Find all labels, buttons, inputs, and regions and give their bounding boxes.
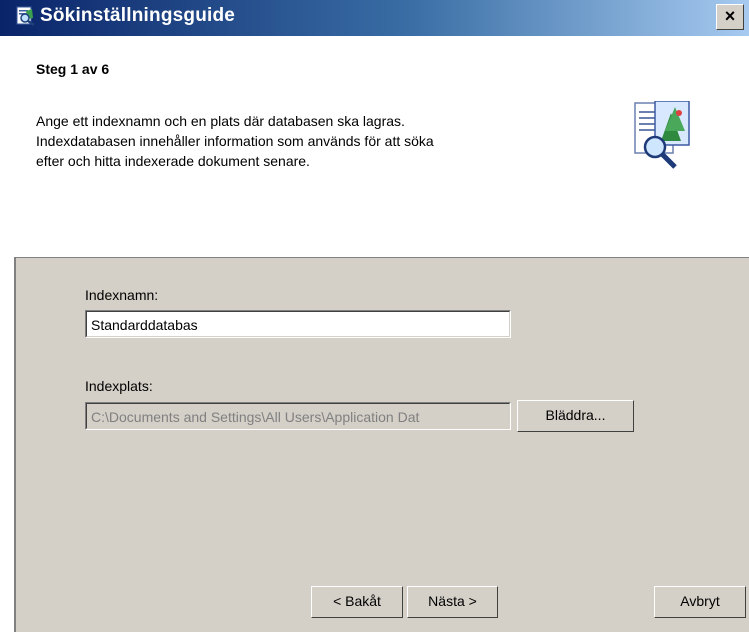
- close-icon: ×: [724, 6, 736, 26]
- browse-button[interactable]: Bläddra...: [517, 400, 634, 432]
- window-title: Sökinställningsguide: [40, 5, 236, 26]
- cancel-button[interactable]: Avbryt: [654, 586, 746, 618]
- description-line: Ange ett indexnamn och en plats där data…: [36, 113, 405, 129]
- wizard-window: Sökinställningsguide × Steg 1 av 6 Ange …: [0, 0, 749, 632]
- wizard-header: Steg 1 av 6 Ange ett indexnamn och en pl…: [16, 36, 749, 257]
- header-divider: [16, 257, 749, 258]
- back-label: < Bakåt: [333, 593, 381, 609]
- close-button[interactable]: ×: [716, 4, 744, 30]
- next-label: Nästa >: [428, 593, 477, 609]
- next-button[interactable]: Nästa >: [407, 586, 498, 618]
- index-location-value: C:\Documents and Settings\All Users\Appl…: [86, 403, 510, 429]
- index-name-label: Indexnamn:: [85, 287, 159, 303]
- description-line: Indexdatabasen innehåller information so…: [36, 133, 434, 149]
- index-location-field: C:\Documents and Settings\All Users\Appl…: [85, 402, 511, 430]
- document-magnifier-icon: [634, 101, 690, 169]
- cancel-label: Avbryt: [680, 593, 720, 609]
- title-bar[interactable]: Sökinställningsguide ×: [0, 0, 749, 36]
- browse-label: Bläddra...: [545, 407, 606, 423]
- index-name-field[interactable]: Standarddatabas: [85, 310, 511, 338]
- left-edge-shadow: [14, 257, 16, 632]
- back-button[interactable]: < Bakåt: [311, 586, 403, 618]
- step-indicator: Steg 1 av 6: [36, 61, 110, 77]
- index-name-value[interactable]: Standarddatabas: [86, 311, 510, 337]
- description: Ange ett indexnamn och en plats där data…: [36, 111, 576, 171]
- search-wizard-icon: [16, 6, 35, 26]
- index-location-label: Indexplats:: [85, 378, 153, 394]
- description-line: efter och hitta indexerade dokument sena…: [36, 153, 310, 169]
